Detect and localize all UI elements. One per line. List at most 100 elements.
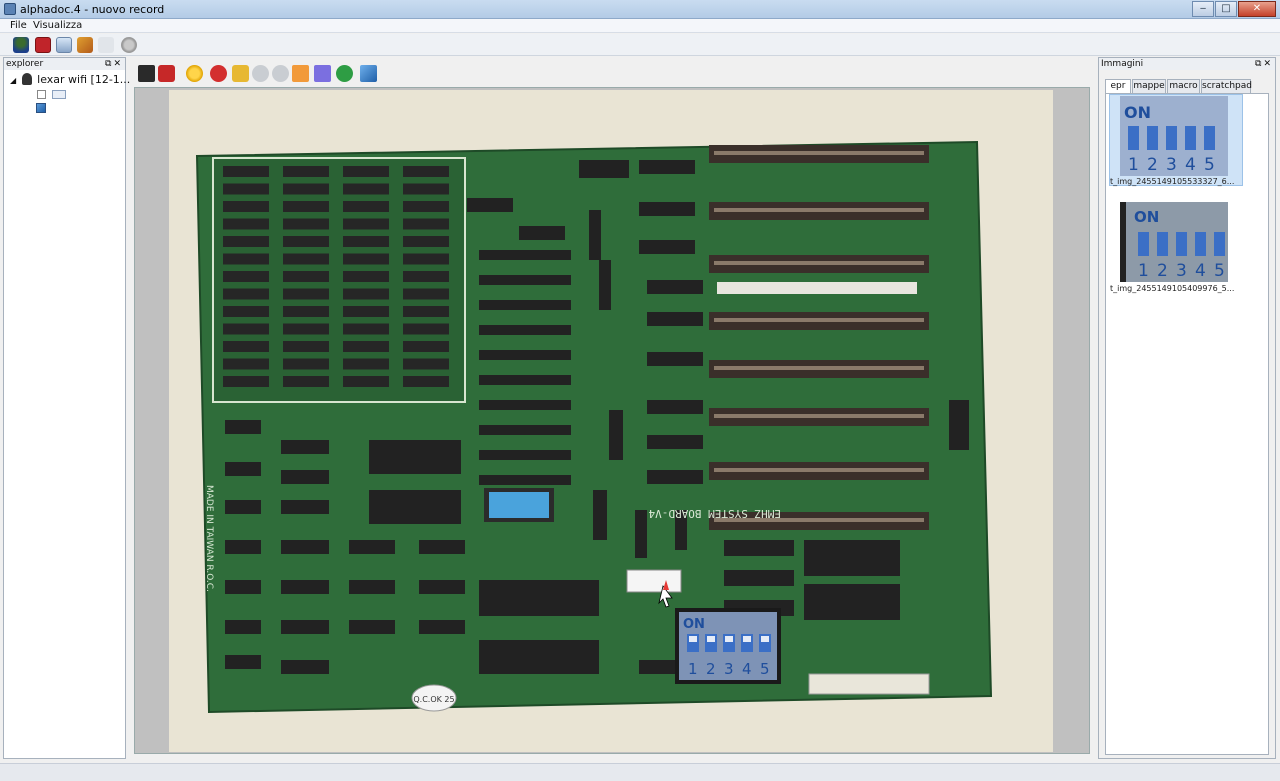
- thumbnail-2[interactable]: ON 12345: [1120, 202, 1228, 282]
- ram-chip: [283, 341, 329, 352]
- delete-icon[interactable]: [210, 65, 227, 82]
- tree-root[interactable]: ◢ lexar wifi [12-1...: [10, 73, 130, 86]
- thumb-dip-number: 5: [1214, 261, 1225, 281]
- thumbnail-1[interactable]: ON 12345: [1120, 96, 1228, 176]
- expand-arrow-icon[interactable]: ◢: [10, 76, 16, 85]
- dip-switch-knob: [725, 636, 733, 642]
- chip: [281, 660, 329, 674]
- thumb-dip-switch: [1166, 126, 1177, 150]
- chip: [479, 400, 571, 410]
- chip: [479, 640, 599, 674]
- power-icon[interactable]: [158, 65, 175, 82]
- chip: [281, 470, 329, 484]
- thumb-dip-number: 1: [1138, 261, 1149, 281]
- thumb-dip-number: 2: [1147, 155, 1158, 175]
- motherboard-image: EMHZ SYSTEM BOARD-V4 MADE IN TAIWAN R.O.…: [195, 140, 993, 714]
- ram-chip: [403, 253, 449, 265]
- chip: [225, 620, 261, 634]
- tree-child-2[interactable]: [36, 103, 46, 116]
- thumb-dip-switch: [1204, 126, 1215, 150]
- tree-root-label: lexar wifi [12-1...: [37, 73, 131, 86]
- tree-child-1[interactable]: [37, 89, 66, 102]
- chip: [225, 540, 261, 554]
- lock-icon[interactable]: [232, 65, 249, 82]
- chip: [281, 500, 329, 514]
- images-panel-buttons[interactable]: ⧉✕: [1255, 58, 1273, 70]
- thumb-dip-number: 3: [1176, 261, 1187, 281]
- chip: [639, 240, 695, 254]
- image-icon[interactable]: [360, 65, 377, 82]
- ram-chip: [283, 288, 329, 300]
- ram-chip: [343, 271, 389, 282]
- ram-chip: [343, 376, 389, 387]
- thumbnail-2-label: t_img_2455149105409976_5...: [1110, 284, 1235, 293]
- chip: [647, 470, 703, 484]
- tree-checkbox[interactable]: [37, 90, 46, 99]
- star-icon[interactable]: [186, 65, 203, 82]
- chip: [804, 540, 900, 576]
- chip: [804, 584, 900, 620]
- qc-sticker-text: Q.C.OK 25: [413, 695, 454, 704]
- chip: [639, 660, 675, 674]
- menu-visualizza[interactable]: Visualizza: [33, 20, 82, 31]
- maximize-button[interactable]: □: [1215, 1, 1237, 17]
- slot-contacts: [714, 468, 924, 472]
- note-orange-icon[interactable]: [292, 65, 309, 82]
- forward-arrow-icon[interactable]: [272, 65, 289, 82]
- app-icon: [4, 3, 16, 15]
- windows-icon[interactable]: [56, 37, 72, 53]
- explorer-panel-buttons[interactable]: ⧉✕: [105, 58, 123, 70]
- chip: [225, 500, 261, 514]
- ram-chip: [343, 323, 389, 335]
- chip: [647, 400, 703, 414]
- note-purple-icon[interactable]: [314, 65, 331, 82]
- ram-chip: [223, 306, 269, 317]
- save-icon[interactable]: [138, 65, 155, 82]
- ram-chip: [223, 271, 269, 282]
- ram-chip: [283, 306, 329, 317]
- slot-contacts: [714, 261, 924, 265]
- menu-file[interactable]: File: [10, 20, 27, 31]
- ram-chip: [283, 236, 329, 247]
- slot-contacts: [714, 318, 924, 322]
- ram-chip: [403, 288, 449, 300]
- thumb-dip-switch: [1195, 232, 1206, 256]
- ram-chip: [403, 201, 449, 212]
- image-viewer[interactable]: EMHZ SYSTEM BOARD-V4 MADE IN TAIWAN R.O.…: [134, 87, 1090, 754]
- main-toolbar: [0, 34, 1280, 56]
- dip-switch-knob: [743, 636, 751, 642]
- tab-scratchpad[interactable]: scratchpad: [1201, 79, 1252, 93]
- ram-chip: [223, 236, 269, 247]
- chip: [639, 160, 695, 174]
- svg-text:ON: ON: [1134, 208, 1159, 226]
- thumb-dip-number: 2: [1157, 261, 1168, 281]
- dip-number-label: 1: [688, 660, 698, 678]
- chip: [419, 620, 465, 634]
- remove-record-icon[interactable]: [35, 37, 51, 53]
- ram-chip: [283, 358, 329, 370]
- tab-epr[interactable]: epr: [1105, 79, 1131, 94]
- thumb-dip-number: 4: [1185, 155, 1196, 175]
- chip: [479, 375, 571, 385]
- chip: [281, 540, 329, 554]
- svg-text:ON: ON: [1124, 103, 1151, 122]
- tools-icon[interactable]: [98, 37, 114, 53]
- refresh-icon[interactable]: [336, 65, 353, 82]
- tab-macro[interactable]: macro: [1167, 79, 1200, 93]
- user-add-icon[interactable]: [13, 37, 29, 53]
- ram-chip: [343, 166, 389, 177]
- back-arrow-icon[interactable]: [252, 65, 269, 82]
- ram-chip: [223, 253, 269, 265]
- chip: [479, 475, 571, 485]
- edit-icon[interactable]: [77, 37, 93, 53]
- help-icon[interactable]: [121, 37, 137, 53]
- chip: [225, 420, 261, 434]
- tab-mappe[interactable]: mappe: [1132, 79, 1166, 93]
- close-button[interactable]: ✕: [1238, 1, 1276, 17]
- minimize-button[interactable]: ‒: [1192, 1, 1214, 17]
- chip: [635, 510, 647, 558]
- ram-chip: [403, 376, 449, 387]
- images-title: Immagini: [1101, 59, 1144, 69]
- ram-chip: [283, 218, 329, 230]
- explorer-header: explorer ⧉✕: [4, 58, 125, 70]
